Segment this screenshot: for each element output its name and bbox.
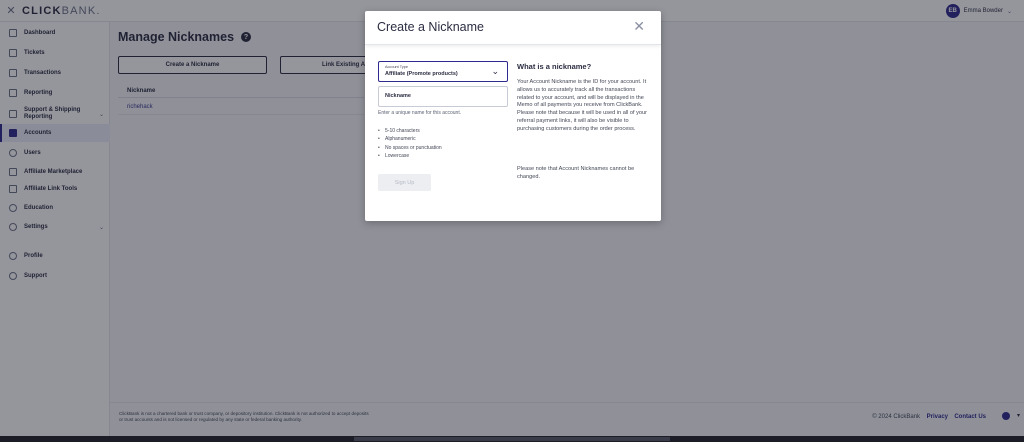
sign-up-button[interactable]: Sign Up xyxy=(378,174,431,191)
account-type-select[interactable]: Account Type Affiliate (Promote products… xyxy=(378,61,508,82)
modal-title: Create a Nickname xyxy=(377,20,484,34)
nickname-helper-text: Enter a unique name for this account. xyxy=(378,110,462,116)
info-note: Please note that Account Nicknames canno… xyxy=(517,166,635,180)
bottom-scroll-strip xyxy=(0,436,1024,442)
chevron-down-icon: ⌄ xyxy=(491,66,499,76)
list-item: No spaces or punctuation xyxy=(378,144,442,153)
create-nickname-modal: Create a Nickname ✕ Account Type Affilia… xyxy=(365,11,661,221)
nickname-rules-list: 5-10 characters Alphanumeric No spaces o… xyxy=(378,127,442,160)
list-item: 5-10 characters xyxy=(378,127,442,136)
close-icon[interactable]: ✕ xyxy=(633,18,645,35)
nickname-input[interactable]: Nickname xyxy=(378,86,508,107)
list-item: Alphanumeric xyxy=(378,135,442,144)
info-body: Your Account Nickname is the ID for your… xyxy=(517,79,647,132)
account-type-value: Affiliate (Promote products) xyxy=(385,71,458,77)
modal-header: Create a Nickname ✕ xyxy=(365,11,661,45)
list-item: Lowercase xyxy=(378,152,442,161)
account-type-label: Account Type xyxy=(385,65,408,69)
info-title: What is a nickname? xyxy=(517,62,592,71)
